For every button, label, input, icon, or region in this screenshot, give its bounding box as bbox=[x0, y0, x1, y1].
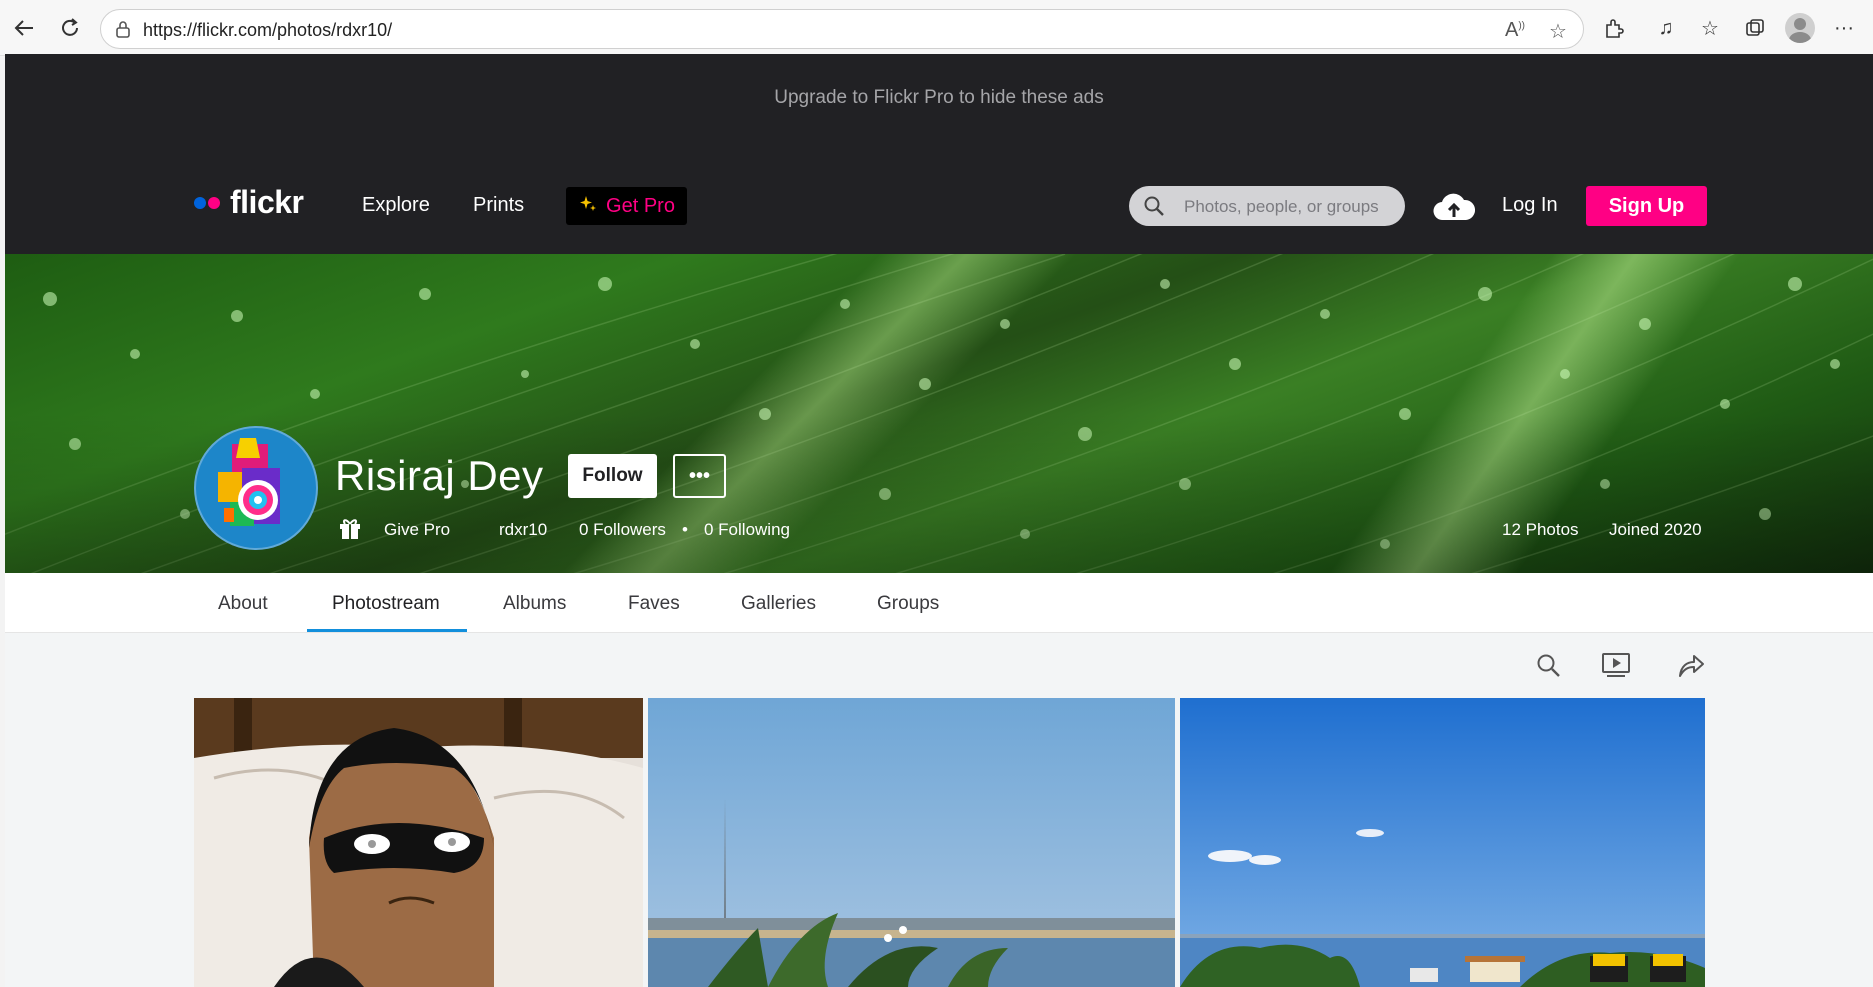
collections-icon[interactable] bbox=[1741, 14, 1769, 42]
nav-explore[interactable]: Explore bbox=[362, 194, 430, 217]
profile-tabs: About Photostream Albums Faves Galleries… bbox=[5, 573, 1873, 633]
tab-about[interactable]: About bbox=[218, 593, 268, 615]
upload-cloud-icon[interactable] bbox=[1433, 192, 1476, 227]
search-icon[interactable] bbox=[1535, 652, 1561, 683]
sparkle-icon bbox=[578, 194, 598, 219]
address-bar[interactable]: https://flickr.com/photos/rdxr10/ A)) ☆ bbox=[100, 9, 1584, 49]
signup-button[interactable]: Sign Up bbox=[1586, 186, 1707, 226]
tab-faves[interactable]: Faves bbox=[628, 593, 680, 615]
favorites-icon[interactable]: ☆ bbox=[1696, 14, 1724, 42]
meta-separator: • bbox=[682, 520, 688, 539]
refresh-icon[interactable] bbox=[56, 14, 84, 42]
avatar[interactable] bbox=[194, 426, 318, 550]
search-placeholder: Photos, people, or groups bbox=[1184, 197, 1379, 216]
follow-button[interactable]: Follow bbox=[568, 454, 657, 498]
browser-toolbar: https://flickr.com/photos/rdxr10/ A)) ☆ … bbox=[0, 0, 1873, 56]
photo-tile-sea[interactable] bbox=[648, 698, 1175, 987]
tab-albums[interactable]: Albums bbox=[503, 593, 566, 615]
nav-prints[interactable]: Prints bbox=[473, 194, 524, 217]
profile-name: Risiraj Dey bbox=[335, 452, 544, 499]
following-link[interactable]: 0 Following bbox=[704, 520, 790, 540]
sea-landscape-image bbox=[648, 698, 1175, 987]
cover-photo: Risiraj Dey Follow ••• Give Pro rdxr10 0… bbox=[5, 254, 1873, 573]
search-icon bbox=[1143, 195, 1165, 222]
cartoon-hero-image bbox=[194, 698, 643, 987]
joined-date: Joined 2020 bbox=[1609, 520, 1702, 539]
lock-icon[interactable] bbox=[115, 20, 131, 43]
ad-text[interactable]: Upgrade to Flickr Pro to hide these ads bbox=[5, 87, 1873, 109]
get-pro-label: Get Pro bbox=[606, 194, 675, 217]
search-input[interactable]: Photos, people, or groups bbox=[1129, 186, 1405, 226]
tab-galleries[interactable]: Galleries bbox=[741, 593, 816, 615]
give-pro-link[interactable]: Give Pro bbox=[384, 520, 450, 540]
flickr-page: Upgrade to Flickr Pro to hide these ads … bbox=[5, 54, 1873, 987]
followers-link[interactable]: 0 Followers bbox=[579, 520, 666, 540]
tab-groups[interactable]: Groups bbox=[877, 593, 939, 615]
more-icon[interactable]: ··· bbox=[1830, 14, 1858, 42]
top-navigation: flickr Explore Prints Get Pro Photos, pe… bbox=[5, 144, 1873, 254]
photos-count: 12 Photos bbox=[1502, 520, 1579, 539]
get-pro-button[interactable]: Get Pro bbox=[566, 187, 687, 225]
share-icon[interactable] bbox=[1676, 652, 1706, 683]
photo-tile-beach[interactable] bbox=[1180, 698, 1705, 987]
flickr-logo[interactable]: flickr bbox=[194, 184, 304, 221]
extensions-icon[interactable] bbox=[1600, 14, 1628, 42]
back-icon[interactable] bbox=[10, 14, 38, 42]
login-link[interactable]: Log In bbox=[1502, 194, 1558, 217]
more-options-button[interactable]: ••• bbox=[673, 454, 726, 498]
profile-icon[interactable] bbox=[1785, 13, 1815, 43]
photo-tile-cartoon[interactable] bbox=[194, 698, 643, 987]
beach-landscape-image bbox=[1180, 698, 1705, 987]
media-icon[interactable]: ♫ bbox=[1652, 14, 1680, 42]
logo-text: flickr bbox=[230, 184, 304, 220]
url-text[interactable]: https://flickr.com/photos/rdxr10/ bbox=[143, 20, 392, 41]
active-tab-indicator bbox=[307, 629, 467, 632]
slideshow-icon[interactable] bbox=[1601, 652, 1631, 683]
favorite-star-icon[interactable]: ☆ bbox=[1549, 19, 1567, 44]
logo-blue-dot bbox=[194, 196, 206, 209]
camera-logo-icon bbox=[218, 438, 280, 526]
gift-icon[interactable] bbox=[338, 516, 362, 545]
read-aloud-icon[interactable]: A)) bbox=[1505, 19, 1525, 42]
ad-banner[interactable]: Upgrade to Flickr Pro to hide these ads bbox=[5, 54, 1873, 144]
username: rdxr10 bbox=[499, 520, 548, 539]
tab-photostream[interactable]: Photostream bbox=[332, 593, 440, 615]
logo-pink-dot bbox=[208, 196, 220, 209]
